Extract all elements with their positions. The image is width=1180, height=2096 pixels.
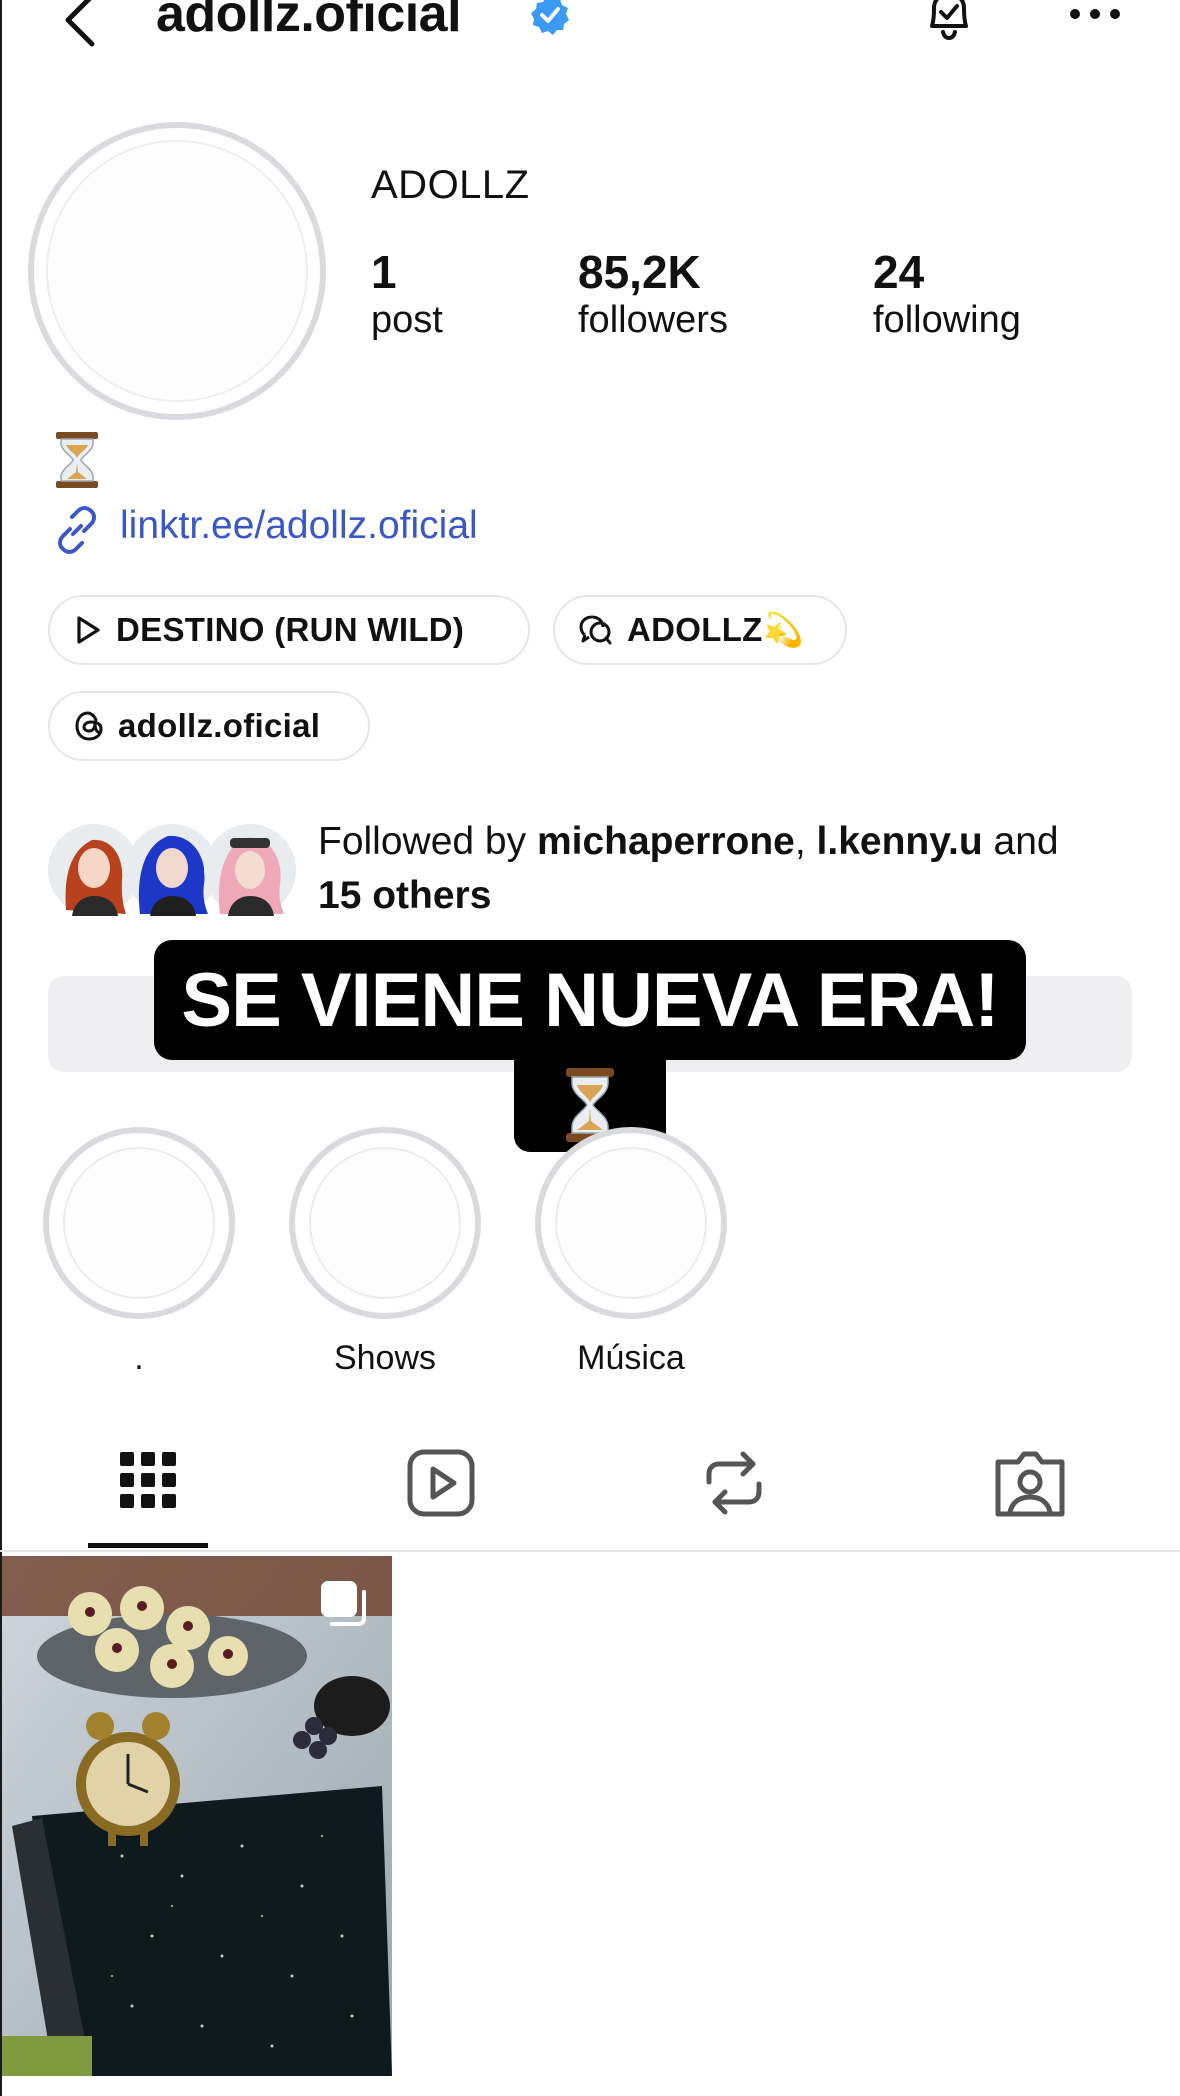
stat-followers-value: 85,2K [578,246,701,298]
avatar-image [46,140,308,402]
story-highlight-musica[interactable]: Música [535,1127,727,1378]
tab-posts-grid[interactable] [108,1448,188,1528]
stat-posts-label: post [371,298,443,341]
pill-threads-label: adollz.oficial [118,707,321,744]
chat-icon [579,615,612,645]
reposts-icon [706,1451,762,1515]
bio-link[interactable]: linktr.ee/adollz.oficial [120,504,478,548]
follower-name-2: l.kenny.u [816,820,983,863]
story-highlight[interactable]: . [43,1127,235,1378]
stat-following-value: 24 [873,246,925,298]
highlight-cover [43,1127,235,1319]
link-icon [50,503,104,557]
followed-by-others: 15 others [318,874,492,917]
stat-followers[interactable]: 85,2K followers [578,246,728,343]
tagged-icon [995,1451,1065,1517]
post-thumbnail[interactable] [2,1556,392,2076]
profile-display-name: ADOLLZ [371,163,530,207]
profile-avatar[interactable] [28,122,326,420]
highlight-label: Música [577,1339,685,1377]
pill-destino-label: DESTINO (RUN WILD) [116,611,465,648]
highlight-cover [289,1127,481,1319]
pill-threads[interactable]: adollz.oficial [48,691,370,761]
tab-reposts[interactable] [695,1448,775,1528]
stat-posts-value: 1 [371,246,397,298]
chevron-left-icon[interactable] [58,0,108,50]
play-icon [77,616,100,644]
followed-by-prefix: Followed by [318,820,537,863]
verified-badge-icon [529,0,571,36]
hourglass-icon [52,430,102,490]
avatar [204,824,296,916]
more-horizontal-icon[interactable] [1068,6,1122,22]
followed-by-separator: , [794,820,817,863]
tabs-divider [0,1550,1180,1552]
tab-tagged[interactable] [990,1448,1070,1528]
stat-followers-label: followers [578,298,728,341]
threads-icon [75,711,103,741]
pill-adollz-label: ADOLLZ💫 [627,610,804,648]
highlight-cover [535,1127,727,1319]
active-tab-indicator [88,1543,208,1548]
grid-icon [120,1452,176,1508]
overlay-caption-text: SE VIENE NUEVA ERA! [181,957,999,1043]
followed-by-avatars[interactable] [48,820,298,920]
follower-name-1: michaperrone [536,820,795,863]
followed-by-text[interactable]: Followed by michaperrone, l.kenny.u and 1… [318,815,1158,923]
highlight-label: Shows [333,1339,437,1377]
profile-username-title: adollz.oficial [156,0,462,43]
carousel-icon [318,1578,370,1630]
stat-following-label: following [873,298,1021,341]
reels-icon [407,1449,475,1517]
followed-by-conjunction: and [982,820,1059,863]
story-highlight-shows[interactable]: Shows [289,1127,481,1378]
stat-posts[interactable]: 1 post [371,246,443,343]
highlight-label: . [134,1339,144,1377]
bell-check-icon[interactable] [918,0,980,48]
stat-following[interactable]: 24 following [873,246,1021,343]
pill-destino[interactable]: DESTINO (RUN WILD) [48,595,530,665]
tab-reels[interactable] [402,1448,482,1528]
video-caption-overlay: SE VIENE NUEVA ERA! [154,940,1026,1060]
pill-adollz-chat[interactable]: ADOLLZ💫 [553,595,847,665]
